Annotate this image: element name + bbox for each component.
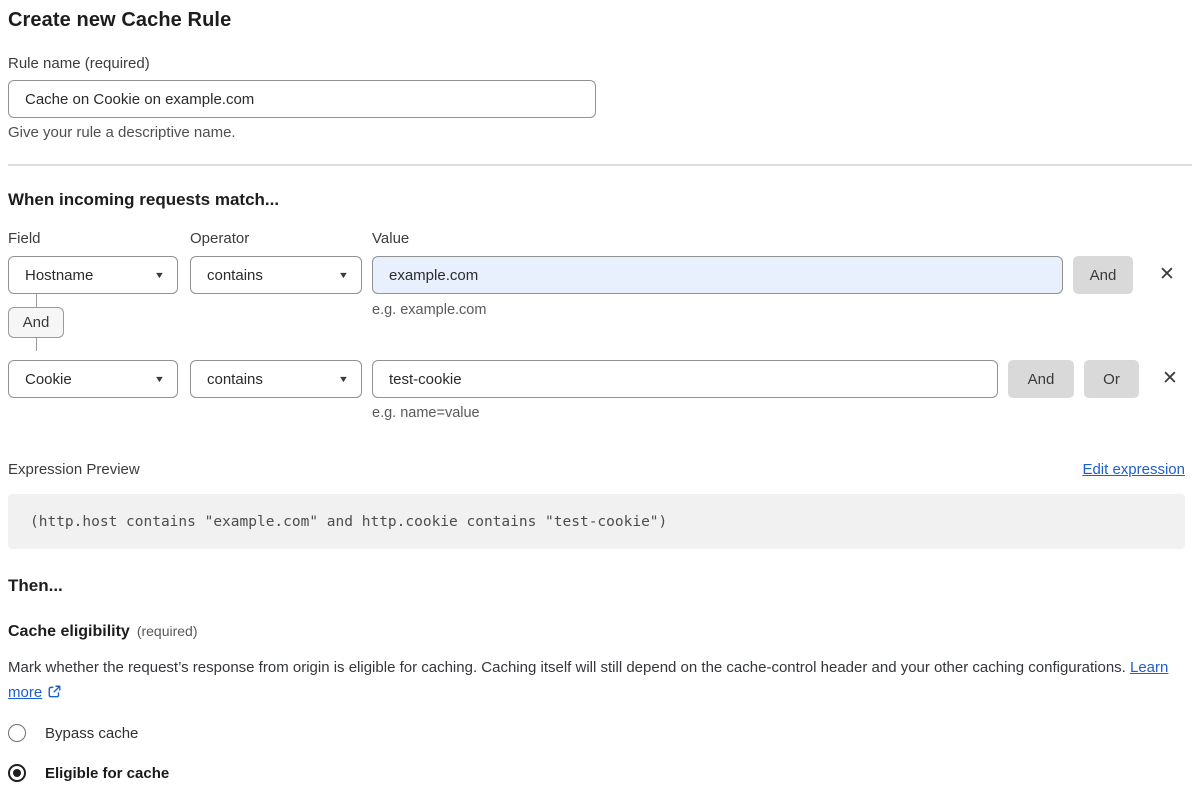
remove-condition-icon[interactable]: ✕ [1155, 360, 1185, 398]
logical-connector: And [8, 294, 64, 351]
condition-row: Hostname ▼ contains ▼ And ✕ [8, 256, 1185, 294]
chevron-down-icon: ▼ [154, 374, 165, 384]
radio-bypass-cache[interactable]: Bypass cache [8, 724, 1185, 742]
condition-row: Cookie ▼ contains ▼ And Or ✕ [8, 360, 1185, 398]
chevron-down-icon: ▼ [338, 374, 349, 384]
add-and-condition-button[interactable]: And [1073, 256, 1133, 294]
operator-select[interactable]: contains ▼ [190, 360, 362, 398]
radio-icon[interactable] [8, 764, 26, 782]
add-and-condition-button[interactable]: And [1008, 360, 1074, 398]
expression-preview-code: (http.host contains "example.com" and ht… [8, 494, 1185, 549]
operator-select-value: contains [207, 371, 263, 388]
connector-and-chip: And [8, 307, 64, 338]
operator-select-value: contains [207, 267, 263, 284]
page-title: Create new Cache Rule [8, 8, 1185, 32]
value-input[interactable] [372, 360, 998, 398]
radio-label: Eligible for cache [45, 765, 169, 782]
field-select-value: Hostname [25, 267, 93, 284]
operator-column-label: Operator [190, 230, 362, 247]
value-hint: e.g. name=value [372, 404, 1185, 422]
operator-select[interactable]: contains ▼ [190, 256, 362, 294]
rule-name-helper: Give your rule a descriptive name. [8, 124, 1185, 142]
external-link-icon [47, 684, 62, 699]
field-column-label: Field [8, 230, 178, 247]
cache-eligibility-title: Cache eligibility [8, 623, 130, 640]
remove-condition-icon[interactable]: ✕ [1152, 256, 1182, 294]
required-note: (required) [137, 623, 198, 639]
radio-eligible-for-cache[interactable]: Eligible for cache [8, 764, 1185, 782]
chevron-down-icon: ▼ [338, 270, 349, 280]
expression-preview-header: Expression Preview Edit expression [8, 461, 1185, 478]
edit-expression-link[interactable]: Edit expression [1082, 461, 1185, 478]
value-input[interactable] [372, 256, 1063, 294]
condition-connector-area: e.g. example.com And [8, 294, 1185, 351]
then-heading: Then... [8, 576, 1185, 596]
match-heading: When incoming requests match... [8, 190, 1185, 210]
condition-column-labels: Field Operator Value [8, 230, 1185, 247]
rule-name-label: Rule name (required) [8, 55, 1185, 73]
add-or-condition-button[interactable]: Or [1084, 360, 1139, 398]
rule-name-input[interactable] [8, 80, 596, 118]
chevron-down-icon: ▼ [154, 270, 165, 280]
cache-eligibility-description: Mark whether the request’s response from… [8, 655, 1173, 705]
field-select[interactable]: Hostname ▼ [8, 256, 178, 294]
radio-label: Bypass cache [45, 725, 138, 742]
value-hint: e.g. example.com [372, 301, 486, 319]
radio-icon[interactable] [8, 724, 26, 742]
field-select-value: Cookie [25, 371, 72, 388]
section-divider [8, 164, 1192, 166]
expression-preview-label: Expression Preview [8, 461, 140, 478]
value-column-label: Value [372, 230, 409, 247]
field-select[interactable]: Cookie ▼ [8, 360, 178, 398]
create-cache-rule-page: Create new Cache Rule Rule name (require… [0, 8, 1185, 782]
description-text: Mark whether the request’s response from… [8, 659, 1130, 676]
cache-eligibility-heading: Cache eligibility (required) [8, 621, 1185, 642]
